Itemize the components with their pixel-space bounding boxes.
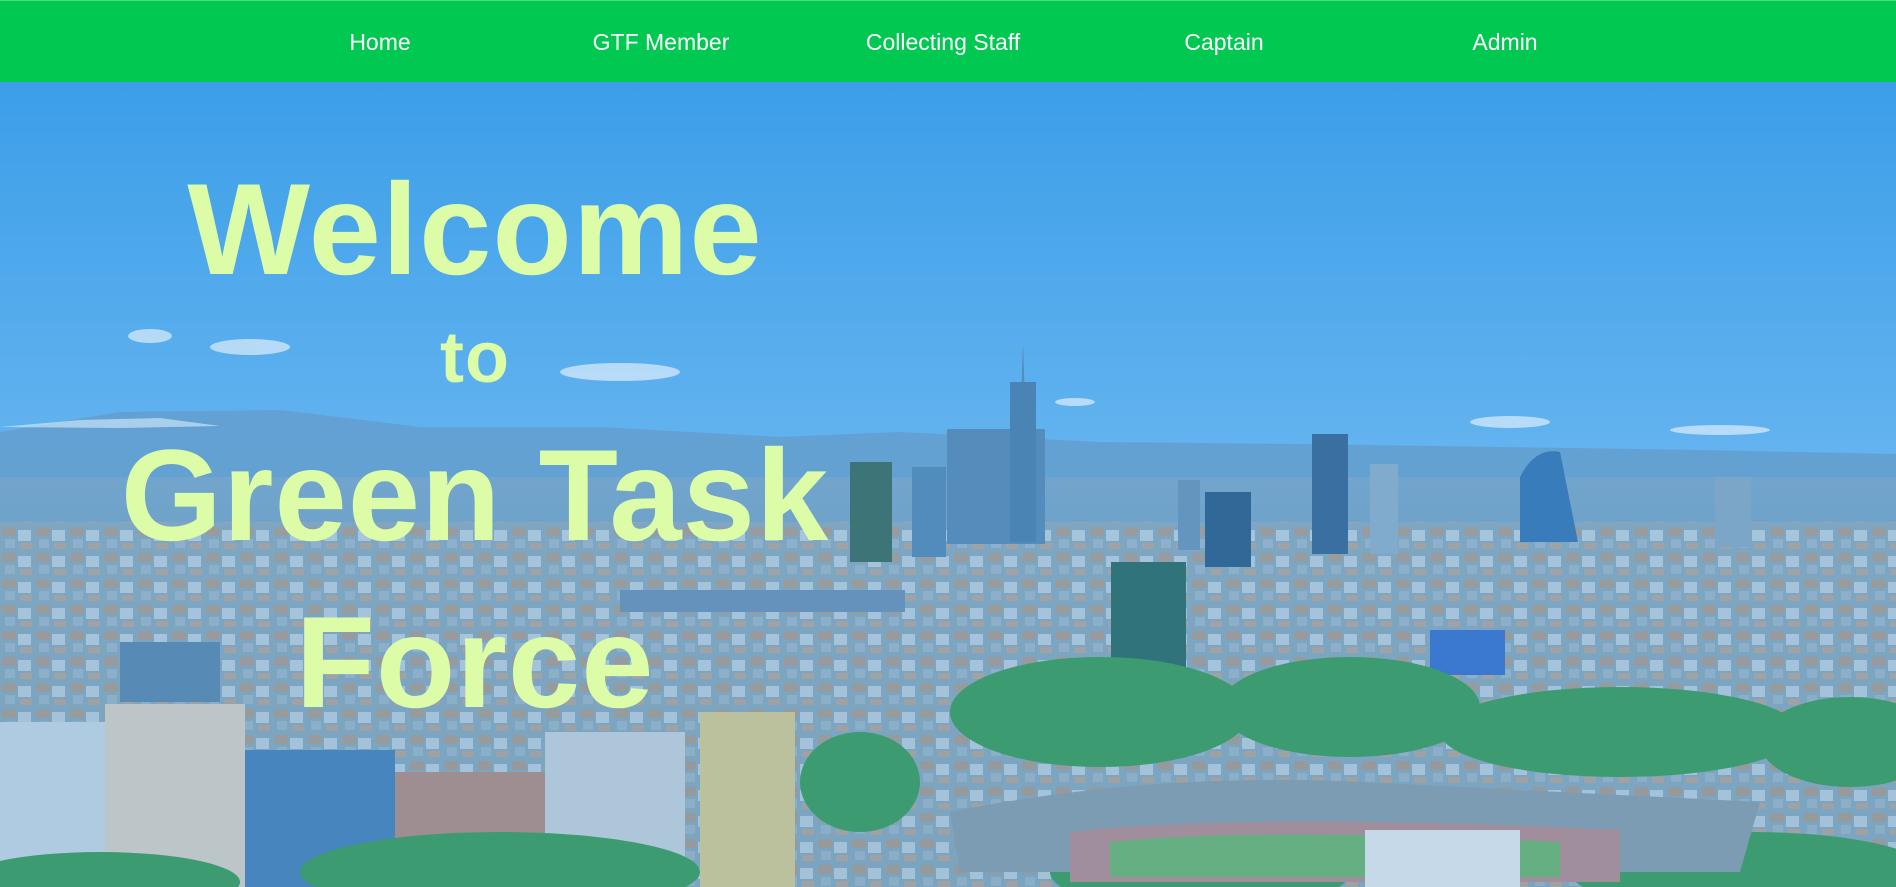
hero-banner: Welcome to Green Task Force [0, 82, 1896, 887]
hero-title-to: to [440, 318, 510, 398]
nav-captain-link[interactable]: Captain [1184, 1, 1263, 83]
nav-gtf-member-link[interactable]: GTF Member [593, 1, 730, 83]
hero-title-green-task: Green Task [120, 422, 830, 568]
hero-title-force: Force [295, 589, 655, 735]
nav-collecting-staff-link[interactable]: Collecting Staff [866, 1, 1020, 83]
nav-home-link[interactable]: Home [349, 1, 410, 83]
top-navbar: Home GTF Member Collecting Staff Captain… [0, 0, 1896, 82]
nav-admin-link[interactable]: Admin [1472, 1, 1537, 83]
hero-title-welcome: Welcome [187, 156, 763, 302]
